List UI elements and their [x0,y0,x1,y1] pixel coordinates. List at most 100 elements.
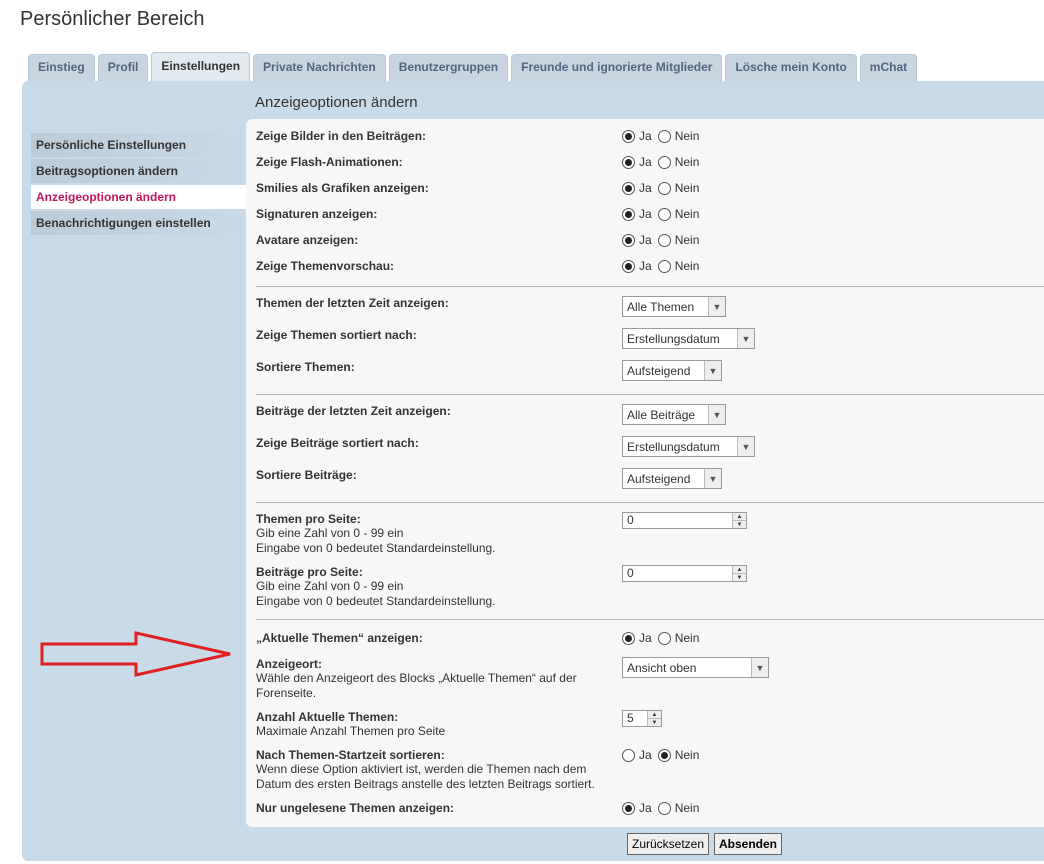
arrow-down-icon[interactable]: ▼ [733,574,746,581]
yes-radio[interactable] [622,155,635,169]
no-radio[interactable] [657,181,671,195]
option-label: Sortiere Themen: [256,360,355,374]
option-description: Datum des ersten Beitrags anstelle des l… [256,777,595,791]
option-description: Maximale Anzahl Themen pro Seite [256,724,446,738]
yes-radio[interactable] [622,233,635,247]
yes-radio[interactable] [622,748,635,762]
yes-label: Ja [639,129,652,143]
preview-radio-group: Ja Nein [622,259,705,273]
no-label: Nein [674,801,700,815]
options-form: Zeige Bilder in den Beiträgen: Ja Nein Z… [246,119,1044,827]
posts-recent-select[interactable]: Alle Beiträge ▼ [622,404,726,425]
no-label: Nein [674,181,700,195]
stepper[interactable]: ▲ ▼ [732,513,746,528]
no-radio[interactable] [657,233,671,247]
stepper[interactable]: ▲ ▼ [647,711,661,726]
tab-bar: Einstieg Profil Einstellungen Private Na… [28,52,918,81]
tab-private-nachrichten[interactable]: Private Nachrichten [253,54,386,81]
arrow-up-icon[interactable]: ▲ [648,711,661,719]
stepper[interactable]: ▲ ▼ [732,566,746,581]
yes-radio[interactable] [622,207,635,221]
no-radio[interactable] [657,155,671,169]
posts-per-page-input[interactable]: 0 ▲ ▼ [622,565,747,582]
no-label: Nein [674,259,700,273]
option-description: Forenseite. [256,686,317,700]
option-label: Beiträge der letzten Zeit anzeigen: [256,404,451,418]
option-label: Anzeigeort: [256,657,322,671]
option-label: Zeige Flash-Animationen: [256,155,403,169]
yes-label: Ja [639,631,652,645]
sidebar-item-display-options[interactable]: Anzeigeoptionen ändern [31,185,246,209]
yes-radio[interactable] [622,181,635,195]
no-label: Nein [674,155,700,169]
select-value: Erstellungsdatum [627,439,720,454]
select-value: Alle Beiträge [627,407,696,422]
signatures-radio-group: Ja Nein [622,207,705,221]
option-label: Zeige Bilder in den Beiträgen: [256,129,427,143]
reset-button[interactable]: Zurücksetzen [627,833,710,855]
select-value: Aufsteigend [627,363,691,378]
tab-einstieg[interactable]: Einstieg [28,54,95,81]
option-label: Zeige Themen sortiert nach: [256,328,417,342]
arrow-down-icon[interactable]: ▼ [648,719,661,726]
divider [256,286,1044,287]
posts-sort-select[interactable]: Erstellungsdatum ▼ [622,436,755,457]
unread-only-radio-group: Ja Nein [622,801,705,815]
arrow-down-icon[interactable]: ▼ [733,521,746,528]
tab-profil[interactable]: Profil [97,54,149,81]
tab-benutzergruppen[interactable]: Benutzergruppen [388,54,509,81]
sidebar-item-post-options[interactable]: Beitragsoptionen ändern [31,159,246,183]
arrow-up-icon[interactable]: ▲ [733,566,746,574]
avatars-radio-group: Ja Nein [622,233,705,247]
option-label: Nach Themen-Startzeit sortieren: [256,748,445,762]
input-value: 0 [627,513,634,527]
topics-per-page-input[interactable]: 0 ▲ ▼ [622,512,747,529]
tab-mchat[interactable]: mChat [859,54,918,81]
submit-button[interactable]: Absenden [714,833,783,855]
yes-radio[interactable] [622,129,635,143]
tab-einstellungen[interactable]: Einstellungen [151,52,251,81]
divider [256,394,1044,395]
option-label: Avatare anzeigen: [256,233,359,247]
no-label: Nein [674,207,700,221]
posts-order-select[interactable]: Aufsteigend ▼ [622,468,722,489]
select-value: Aufsteigend [627,471,691,486]
topics-recent-select[interactable]: Alle Themen ▼ [622,296,726,317]
tab-konto-loeschen[interactable]: Lösche mein Konto [725,54,857,81]
recent-count-input[interactable]: 5 ▲ ▼ [622,710,662,727]
topics-sort-select[interactable]: Erstellungsdatum ▼ [622,328,755,349]
option-label: Themen pro Seite: [256,512,361,526]
no-radio[interactable] [657,748,671,762]
no-radio[interactable] [657,801,671,815]
yes-label: Ja [639,801,652,815]
yes-label: Ja [639,155,652,169]
yes-label: Ja [639,233,652,247]
no-radio[interactable] [657,129,671,143]
sidebar-item-notifications[interactable]: Benachrichtigungen einstellen [31,211,246,235]
chevron-down-icon: ▼ [708,297,725,316]
sidebar-item-personal[interactable]: Persönliche Einstellungen [31,133,246,157]
option-description: Eingabe von 0 bedeutet Standardeinstellu… [256,594,496,608]
no-radio[interactable] [657,207,671,221]
topics-order-select[interactable]: Aufsteigend ▼ [622,360,722,381]
no-radio[interactable] [657,259,671,273]
yes-label: Ja [639,748,652,762]
display-location-select[interactable]: Ansicht oben ▼ [622,657,769,678]
arrow-up-icon[interactable]: ▲ [733,513,746,521]
divider [256,502,1044,503]
option-label: Nur ungelesene Themen anzeigen: [256,801,455,815]
yes-radio[interactable] [622,259,635,273]
no-label: Nein [674,233,700,247]
sort-by-start-radio-group: Ja Nein [622,748,705,762]
option-label: Anzahl Aktuelle Themen: [256,710,399,724]
chevron-down-icon: ▼ [704,469,721,488]
yes-radio[interactable] [622,631,635,645]
option-label: Smilies als Grafiken anzeigen: [256,181,429,195]
chevron-down-icon: ▼ [708,405,725,424]
yes-radio[interactable] [622,801,635,815]
option-description: Wenn diese Option aktiviert ist, werden … [256,762,587,776]
tab-freunde[interactable]: Freunde und ignorierte Mitglieder [511,54,723,81]
annotation-arrow-icon [40,631,231,677]
no-radio[interactable] [657,631,671,645]
option-description: Gib eine Zahl von 0 - 99 ein [256,579,404,593]
